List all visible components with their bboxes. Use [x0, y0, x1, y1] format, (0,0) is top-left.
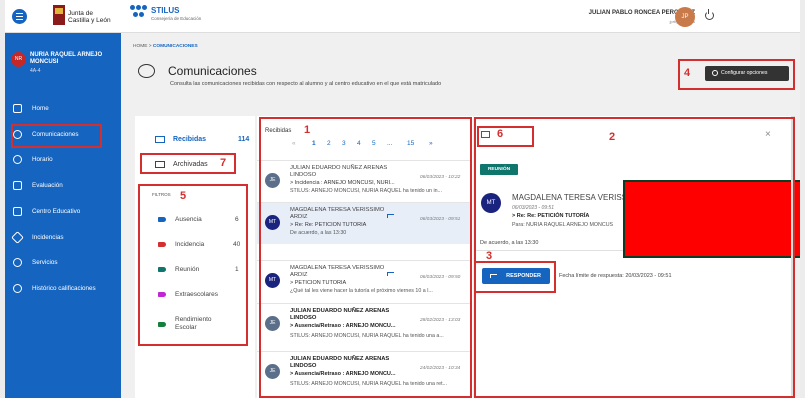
jcyl-logo [53, 5, 65, 25]
incident-icon [11, 231, 24, 244]
sidebar-item-centro-educativo[interactable]: Centro Educativo [5, 202, 121, 222]
page-description: Consulta las comunicaciones recibidas co… [170, 81, 442, 87]
sidebar-item-incidencias[interactable]: Incidencias [5, 228, 121, 248]
logout-icon[interactable] [705, 9, 714, 20]
folder-count: 114 [238, 136, 250, 143]
annotation-box-1 [259, 117, 472, 398]
student-group: 4A-4 [30, 68, 41, 74]
menu-icon[interactable] [12, 9, 27, 24]
user-avatar[interactable]: JP [675, 7, 695, 27]
clock-icon [13, 155, 22, 164]
annotation-box-sidebar [11, 124, 102, 148]
sidebar-item-home[interactable]: Home [5, 99, 121, 119]
folder-recibidas[interactable]: Recibidas 114 [145, 130, 255, 150]
annotation-number-4: 4 [684, 67, 691, 79]
sidebar-item-label: Servicios [32, 259, 58, 266]
annotation-number-6: 6 [497, 128, 504, 140]
sidebar-item-label: Evaluación [32, 182, 63, 189]
app-page: Junta de Castilla y León STILUS Consejer… [5, 0, 800, 398]
app-subtitle: Consejería de Educación [151, 16, 202, 21]
annotation-box-6 [477, 126, 534, 147]
sidebar-item-historico[interactable]: Histórico calificaciones [5, 279, 121, 299]
student-name: NURIA RAQUEL ARNEJO MONCUSI [30, 52, 103, 65]
breadcrumb-separator: > [148, 44, 152, 49]
annotation-box-2 [474, 117, 795, 398]
annotation-box-5 [138, 184, 248, 346]
services-icon [13, 258, 22, 267]
inbox-icon [155, 136, 165, 143]
home-icon [13, 104, 22, 113]
breadcrumb: HOME > COMUNICACIONES [133, 44, 198, 49]
sidebar-item-label: Home [32, 105, 49, 112]
student-avatar: NR [11, 52, 26, 67]
breadcrumb-home[interactable]: HOME [133, 44, 147, 49]
breadcrumb-current: COMUNICACIONES [152, 44, 198, 49]
grade-icon [13, 181, 22, 190]
school-icon [13, 207, 22, 216]
annotation-number-7: 7 [220, 157, 227, 169]
communications-icon [138, 64, 155, 78]
sidebar-item-label: Incidencias [32, 234, 64, 241]
folder-label: Recibidas [173, 136, 207, 143]
annotation-number-2: 2 [609, 131, 616, 143]
jcyl-title: Junta de Castilla y León [68, 10, 111, 24]
jcyl-line2: Castilla y León [68, 17, 111, 24]
sidebar-item-label: Centro Educativo [32, 208, 81, 215]
annotation-number-5: 5 [180, 190, 187, 202]
sidebar-item-servicios[interactable]: Servicios [5, 253, 121, 273]
annotation-box-3 [474, 261, 556, 293]
sidebar-item-label: Histórico calificaciones [32, 285, 96, 292]
history-icon [13, 284, 22, 293]
sidebar-item-horario[interactable]: Horario [5, 150, 121, 170]
top-bar: Junta de Castilla y León STILUS Consejer… [5, 0, 800, 33]
jcyl-line1: Junta de [68, 10, 93, 17]
stilus-logo-icon [130, 5, 148, 21]
app-name: STILUS [151, 6, 180, 15]
sidebar: NR NURIA RAQUEL ARNEJO MONCUSI 4A-4 Home… [5, 33, 121, 398]
page-title: Comunicaciones [168, 64, 257, 78]
sidebar-item-label: Horario [32, 156, 53, 163]
annotation-number-3: 3 [486, 250, 493, 262]
sidebar-student: NR NURIA RAQUEL ARNEJO MONCUSI 4A-4 [5, 41, 121, 96]
annotation-box-4 [678, 59, 795, 90]
annotation-number-1: 1 [304, 124, 311, 136]
sidebar-item-evaluacion[interactable]: Evaluación [5, 176, 121, 196]
